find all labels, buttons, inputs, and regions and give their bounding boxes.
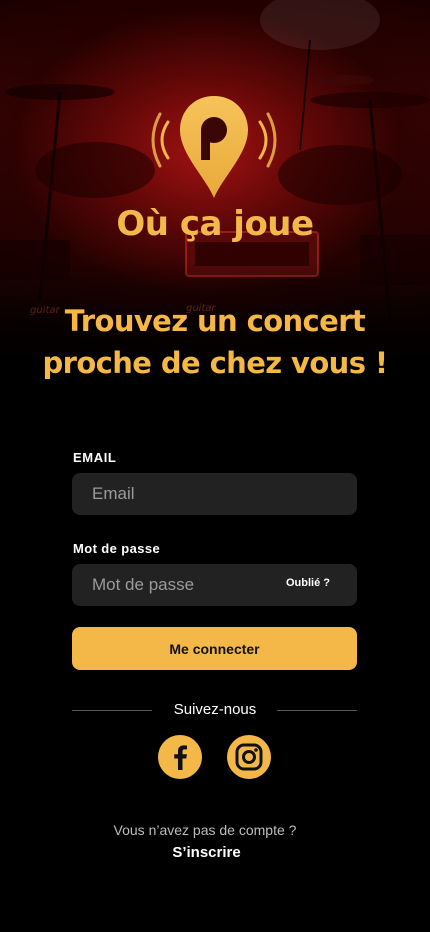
forgot-password-link[interactable]: Oublié ? [286,577,330,589]
password-field[interactable] [92,575,262,595]
email-label: EMAIL [73,450,117,465]
facebook-icon [174,745,187,770]
headline-line-2: proche de chez vous ! [42,346,388,380]
instagram-icon [235,743,263,771]
no-account-text: Vous n’avez pas de compte ? [113,822,297,838]
brand-logo [150,92,278,204]
login-button[interactable]: Me connecter [72,627,357,670]
password-field-container: Oublié ? [72,564,357,606]
brand-name: Où ça joue [116,204,314,244]
headline-line-1: Trouvez un concert [64,304,366,338]
map-pin-broadcast-icon [151,96,277,198]
facebook-button[interactable] [158,735,202,779]
email-field[interactable] [92,484,337,504]
signup-link[interactable]: S’inscrire [0,844,413,861]
follow-us-title: Suivez-nous [173,701,257,718]
headline: Trouvez un concert proche de chez vous ! [0,300,430,384]
instagram-button[interactable] [227,735,271,779]
email-field-container [72,473,357,515]
divider-right [277,710,357,711]
password-label: Mot de passe [73,541,161,556]
